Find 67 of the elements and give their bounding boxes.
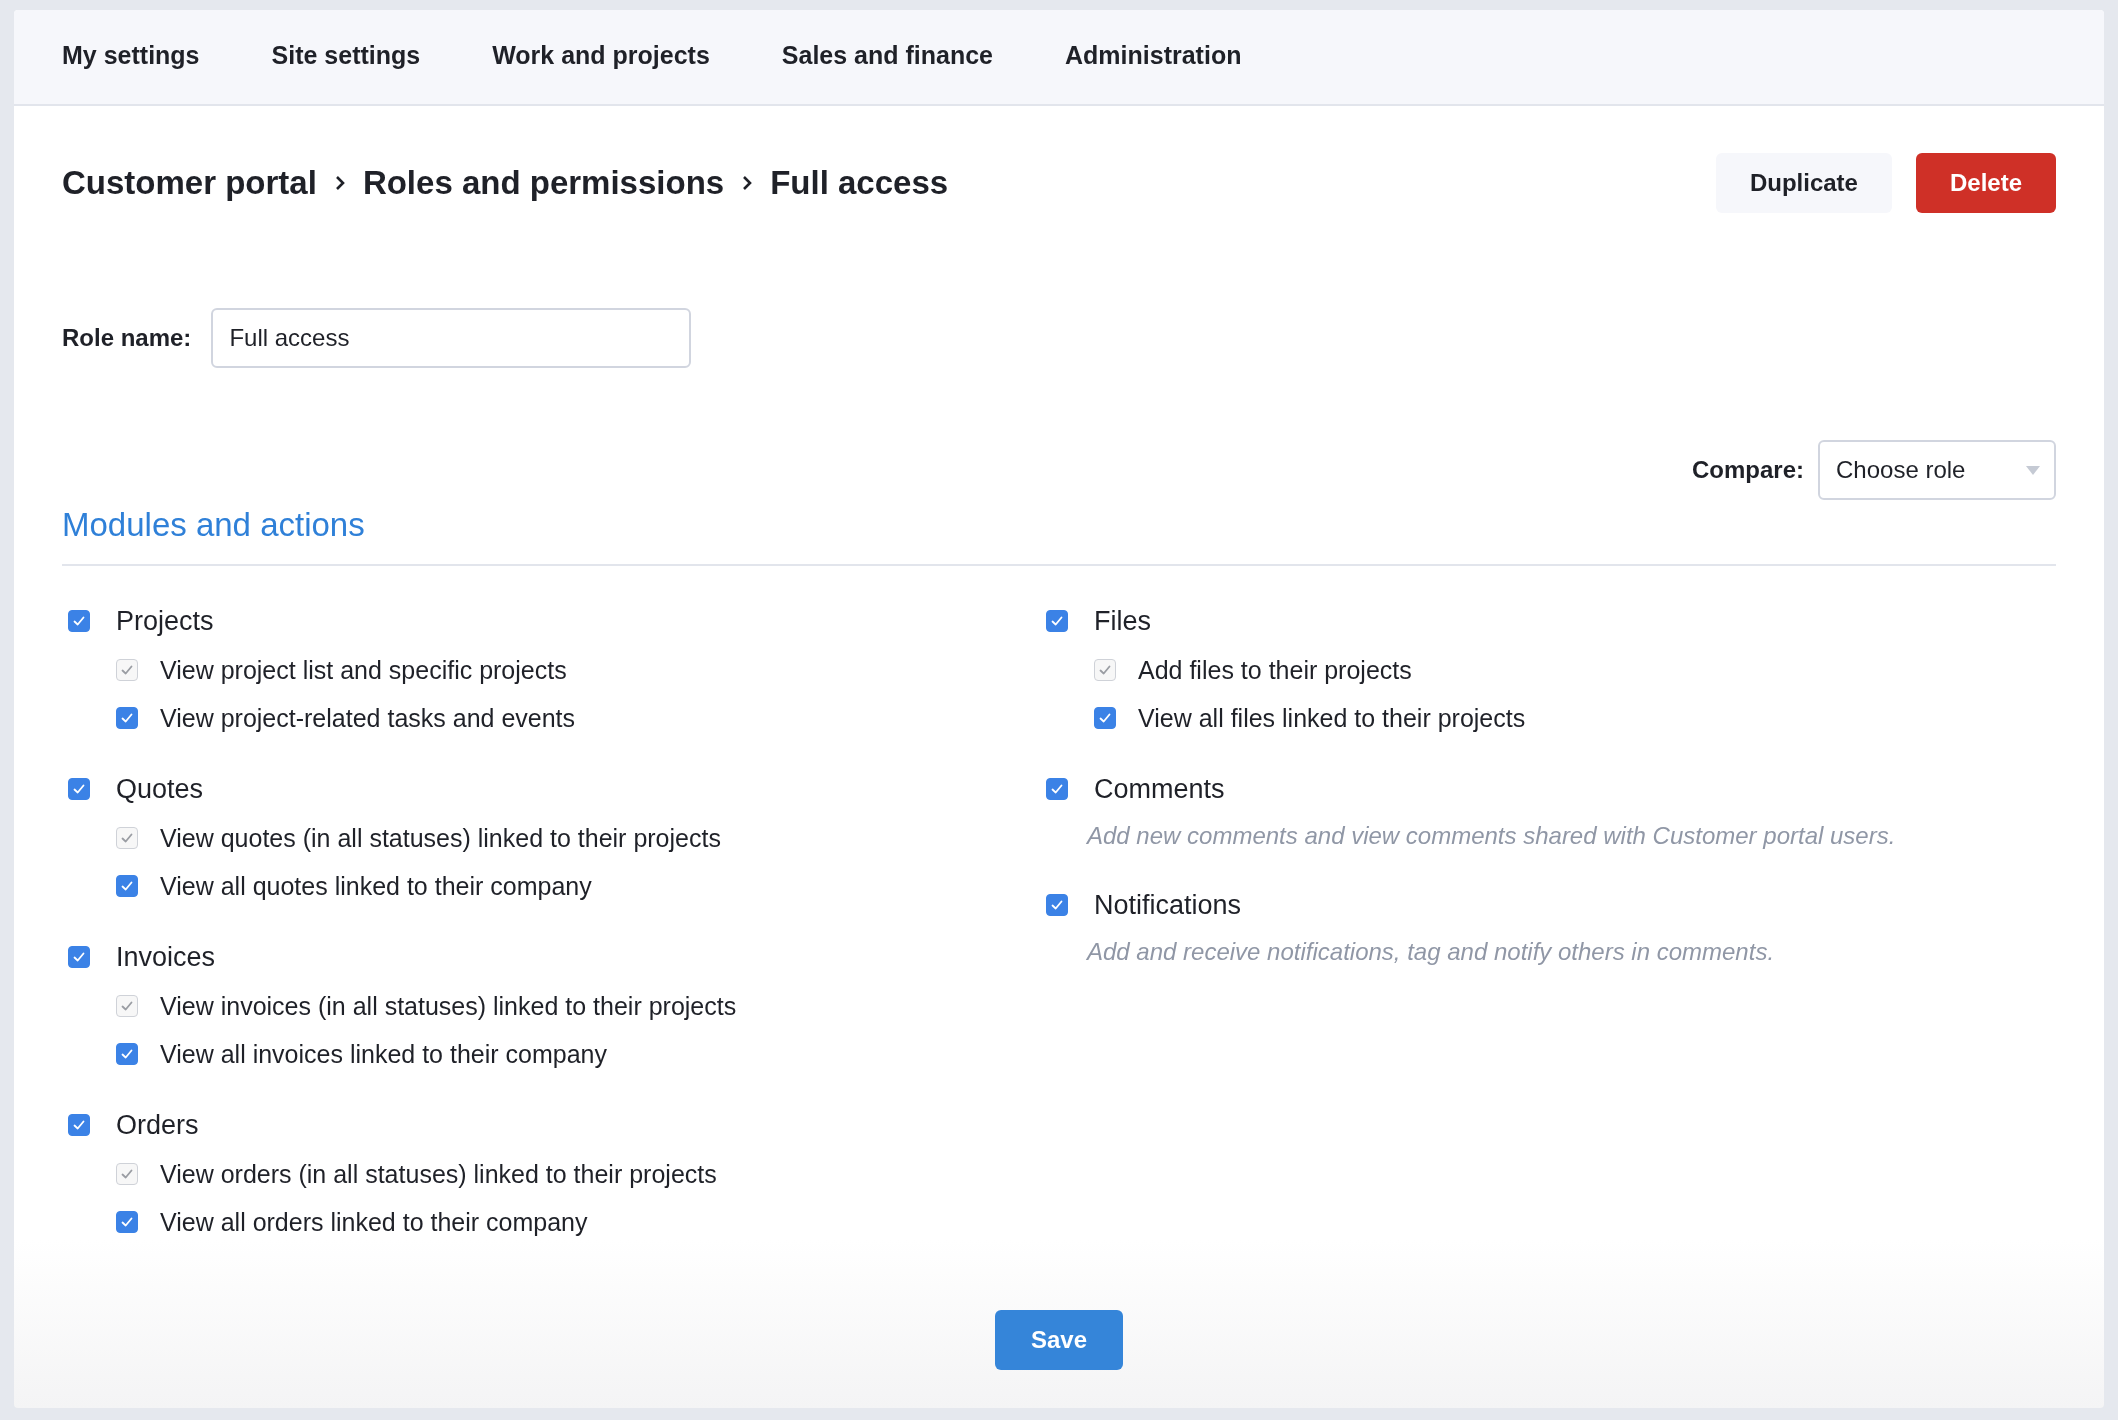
checkbox[interactable] (116, 1211, 138, 1233)
nav-tab[interactable]: Work and projects (492, 35, 710, 79)
module-name: Quotes (116, 773, 204, 805)
checkbox[interactable] (1046, 894, 1068, 916)
check-icon (72, 950, 86, 964)
module-description: Add new comments and view comments shared with Customer portal users. (1085, 821, 1897, 851)
check-icon (120, 879, 134, 893)
check-icon (72, 1118, 86, 1132)
module-name: Projects (116, 605, 214, 637)
action-label: View all orders linked to their company (160, 1207, 588, 1237)
nav-tab[interactable]: Sales and finance (781, 35, 994, 79)
check-icon (120, 711, 134, 725)
field-label: Compare: (1691, 456, 1804, 484)
breadcrumb-item[interactable]: Customer portal (62, 164, 317, 202)
check-icon (120, 1047, 134, 1061)
checkbox[interactable] (68, 946, 90, 968)
module-name: Orders (116, 1109, 199, 1141)
section-title: Modules and actions (62, 506, 2056, 566)
save-button[interactable]: Save (994, 1310, 1124, 1370)
checkbox[interactable] (116, 1043, 138, 1065)
action-label: View all files linked to their projects (1138, 703, 1526, 733)
module-name: Comments (1094, 773, 1225, 805)
nav-tab[interactable]: My settings (62, 35, 200, 79)
role-name-field[interactable]: Full access (211, 308, 692, 368)
module-name: Files (1094, 605, 1151, 637)
action-label: View project-related tasks and events (160, 703, 576, 733)
check-icon (1050, 898, 1064, 912)
check-icon (72, 614, 86, 628)
duplicate-button[interactable]: Duplicate (1715, 153, 1892, 213)
checkbox[interactable] (116, 707, 138, 729)
module-name: Invoices (116, 941, 216, 973)
checkbox[interactable] (1046, 778, 1068, 800)
breadcrumb-item[interactable]: Roles and permissions (362, 164, 725, 202)
action-label: View orders (in all statuses) linked to their projects (160, 1159, 717, 1189)
action-label: View quotes (in all statuses) linked to their projects (160, 823, 721, 853)
check-icon (1098, 663, 1112, 677)
check-icon (1050, 614, 1064, 628)
checkbox[interactable] (68, 1114, 90, 1136)
check-icon (120, 831, 134, 845)
check-icon (1098, 711, 1112, 725)
check-icon (72, 782, 86, 796)
nav-tab[interactable]: Administration (1065, 35, 1242, 79)
chevron-icon (334, 175, 345, 191)
dropdown-caret-icon (2026, 465, 2040, 475)
delete-button[interactable]: Delete (1915, 153, 2056, 213)
checkbox[interactable] (68, 610, 90, 632)
chevron-icon (742, 175, 753, 191)
action-label: View project list and specific projects (160, 655, 567, 685)
module-name: Notifications (1094, 889, 1242, 921)
checkbox[interactable] (68, 778, 90, 800)
checkbox[interactable] (1094, 707, 1116, 729)
action-label: View all quotes linked to their company (160, 871, 592, 901)
breadcrumb-item: Full access (770, 164, 949, 202)
check-icon (1050, 782, 1064, 796)
check-icon (120, 1167, 134, 1181)
compare-select[interactable]: Choose role (1818, 440, 2056, 500)
checkbox[interactable] (1046, 610, 1068, 632)
check-icon (120, 1215, 134, 1229)
field-label: Role name: (62, 324, 192, 352)
action-label: View all invoices linked to their company (160, 1039, 607, 1069)
check-icon (120, 663, 134, 677)
action-label: Add files to their projects (1138, 655, 1412, 685)
checkbox[interactable] (116, 875, 138, 897)
action-label: View invoices (in all statuses) linked to their projects (160, 991, 737, 1021)
check-icon (120, 999, 134, 1013)
nav-tab[interactable]: Site settings (271, 35, 421, 79)
module-description: Add and receive notifications, tag and notify others in comments. (1085, 937, 1776, 967)
